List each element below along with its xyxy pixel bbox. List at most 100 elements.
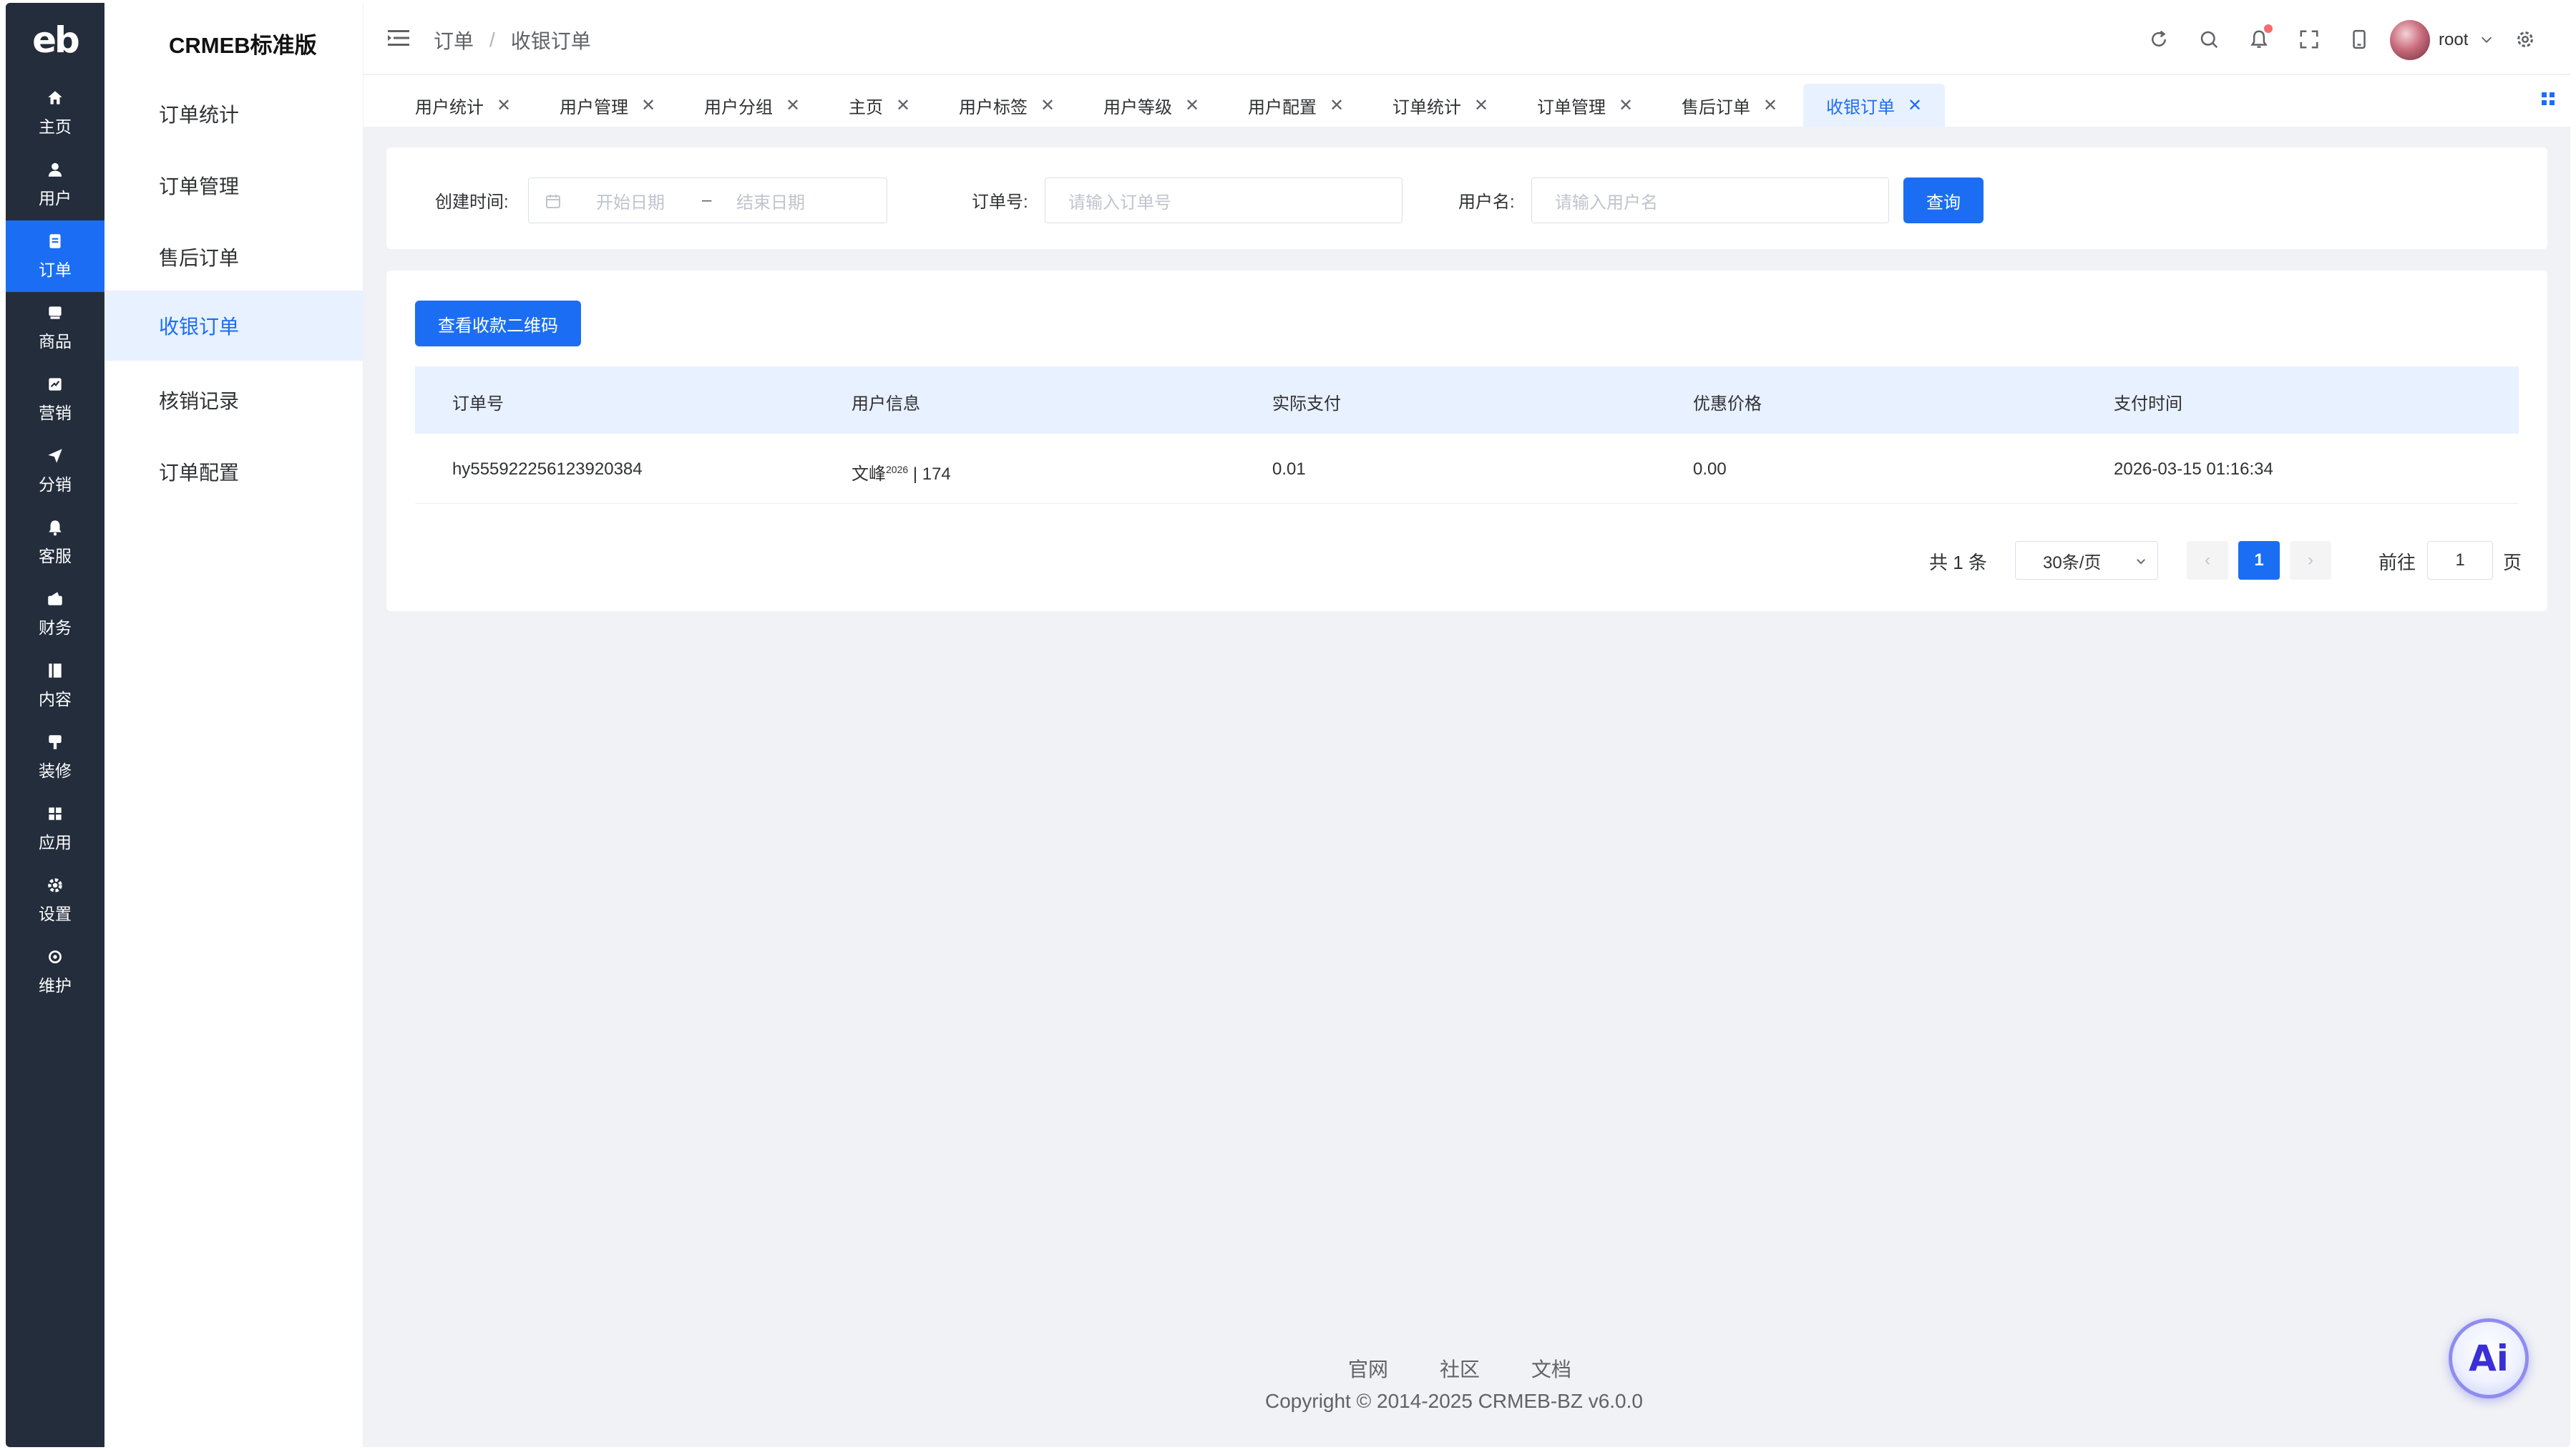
rail-item-label: 客服 [39,547,72,565]
order-no-label: 订单号: [972,193,1028,212]
tabs-menu-icon[interactable] [2540,91,2556,107]
tab-home[interactable]: 主页 ✕ [826,84,933,127]
rail-item-order[interactable]: 订单 [6,220,104,292]
search-icon[interactable] [2198,29,2220,50]
page-size-value: 30条/页 [2043,553,2102,573]
rail-item-apps[interactable]: 应用 [6,793,104,865]
goto-page-input[interactable]: 1 [2427,541,2493,580]
user-name[interactable]: root [2439,30,2468,50]
ai-assistant-button[interactable]: Ai [2449,1318,2529,1398]
end-date-placeholder[interactable]: 结束日期 [736,188,805,213]
chevron-left-icon: ‹ [2205,550,2210,570]
home-icon [48,91,62,104]
start-date-placeholder[interactable]: 开始日期 [596,188,665,213]
rail-item-distribution[interactable]: 分销 [6,435,104,507]
tab-user-group[interactable]: 用户分组 ✕ [681,84,823,127]
user-info-id: | 174 [908,464,951,484]
created-time-label: 创建时间: [435,193,509,212]
tab-order-manage[interactable]: 订单管理 ✕ [1514,84,1656,127]
tab-user-level[interactable]: 用户等级 ✕ [1080,84,1222,127]
decorate-icon [49,735,62,749]
submenu-item-cashier-order[interactable]: 收银订单 [104,291,364,361]
tab-user-tag[interactable]: 用户标签 ✕ [936,84,1078,127]
user-avatar[interactable] [2390,20,2430,60]
rail-item-service[interactable]: 客服 [6,507,104,578]
mobile-preview-icon[interactable] [2348,29,2370,50]
page-size-select[interactable]: 30条/页 [2015,541,2158,580]
rail-item-settings[interactable]: 设置 [6,865,104,936]
refresh-icon[interactable] [2148,29,2170,50]
footer-link-docs[interactable]: 文档 [1531,1354,1571,1383]
close-icon[interactable]: ✕ [1330,95,1344,116]
rail-item-finance[interactable]: 财务 [6,578,104,650]
rail-item-marketing[interactable]: 营销 [6,364,104,435]
rail-item-home[interactable]: 主页 [6,77,104,149]
content-icon [49,663,62,678]
close-icon[interactable]: ✕ [1763,95,1777,116]
footer-links: 官网 社区 文档 [1348,1354,1571,1383]
rail-item-label: 应用 [39,833,72,852]
tab-cashier-order[interactable]: 收银订单 ✕ [1803,84,1946,127]
send-icon [48,449,62,463]
copyright-text: Copyright © 2014-2025 CRMEB-BZ v6.0.0 [1265,1390,1643,1412]
prev-page-button[interactable]: ‹ [2187,541,2228,580]
close-icon[interactable]: ✕ [1040,95,1055,116]
submenu-item-verify-record[interactable]: 核销记录 [104,365,364,435]
footer-link-official[interactable]: 官网 [1348,1354,1388,1383]
close-icon[interactable]: ✕ [896,95,910,116]
close-icon[interactable]: ✕ [1619,95,1633,116]
rail-item-label: 营销 [39,404,72,422]
rail-item-label: 内容 [39,690,72,709]
rail-item-maintain[interactable]: 维护 [6,936,104,1008]
submenu-item-order-stats[interactable]: 订单统计 [104,79,364,149]
date-range-separator: – [702,190,712,210]
tab-user-manage[interactable]: 用户管理 ✕ [537,84,678,127]
username-label: 用户名: [1458,193,1515,212]
submenu-item-order-config[interactable]: 订单配置 [104,437,364,507]
footer-link-community[interactable]: 社区 [1440,1354,1480,1383]
close-icon[interactable]: ✕ [1185,95,1199,116]
rail-item-label: 设置 [39,905,72,923]
breadcrumb-parent[interactable]: 订单 [434,26,474,54]
close-icon[interactable]: ✕ [1908,95,1922,116]
rail-item-goods[interactable]: 商品 [6,292,104,364]
breadcrumb-current: 收银订单 [510,30,591,52]
rail-item-decorate[interactable]: 装修 [6,721,104,793]
menu-toggle-icon[interactable] [388,29,409,47]
submenu-item-order-manage[interactable]: 订单管理 [104,150,364,220]
submenu-item-aftersale[interactable]: 售后订单 [104,222,364,292]
tab-user-config[interactable]: 用户配置 ✕ [1225,84,1367,127]
close-icon[interactable]: ✕ [786,95,800,116]
tab-label: 订单管理 [1537,97,1606,117]
secondary-menu: CRMEB标准版 订单统计 订单管理 售后订单 收银订单 核销记录 订单配置 [104,3,364,1447]
chevron-down-icon[interactable] [2479,31,2494,47]
breadcrumb-separator: / [489,29,495,51]
tab-aftersale-order[interactable]: 售后订单 ✕ [1659,84,1800,127]
tab-label: 订单统计 [1392,97,1461,117]
date-range-picker[interactable]: 开始日期 – 结束日期 [528,177,887,223]
ai-assistant-label: Ai [2469,1338,2509,1379]
rail-item-user[interactable]: 用户 [6,149,104,220]
tab-label: 用户分组 [704,97,773,117]
fullscreen-icon[interactable] [2298,29,2320,50]
page-number-button[interactable]: 1 [2238,541,2280,580]
close-icon[interactable]: ✕ [641,95,655,116]
order-no-input[interactable]: 请输入订单号 [1045,177,1402,223]
tab-order-stats[interactable]: 订单统计 ✕ [1370,84,1511,127]
username-input[interactable]: 请输入用户名 [1531,177,1889,223]
close-icon[interactable]: ✕ [497,95,511,116]
settings-gear-icon[interactable] [2514,29,2536,50]
bell-icon [49,520,62,536]
app-logo[interactable]: eb [6,3,104,77]
view-qrcode-button[interactable]: 查看收款二维码 [415,301,581,346]
grid-icon [49,807,62,820]
query-button[interactable]: 查询 [1903,177,1984,223]
rail-item-content[interactable]: 内容 [6,650,104,721]
primary-nav-rail: eb 主页 用户 订单 商品 营销 分销 客服 财务 内容 装修 应用 设置 维… [6,3,104,1447]
rail-item-label: 主页 [39,117,72,136]
tab-label: 售后订单 [1682,97,1750,117]
tab-user-stats[interactable]: 用户统计 ✕ [392,84,534,127]
next-page-button[interactable]: › [2290,541,2331,580]
pagination-total: 共 1 条 [1929,552,1987,573]
close-icon[interactable]: ✕ [1474,95,1488,116]
